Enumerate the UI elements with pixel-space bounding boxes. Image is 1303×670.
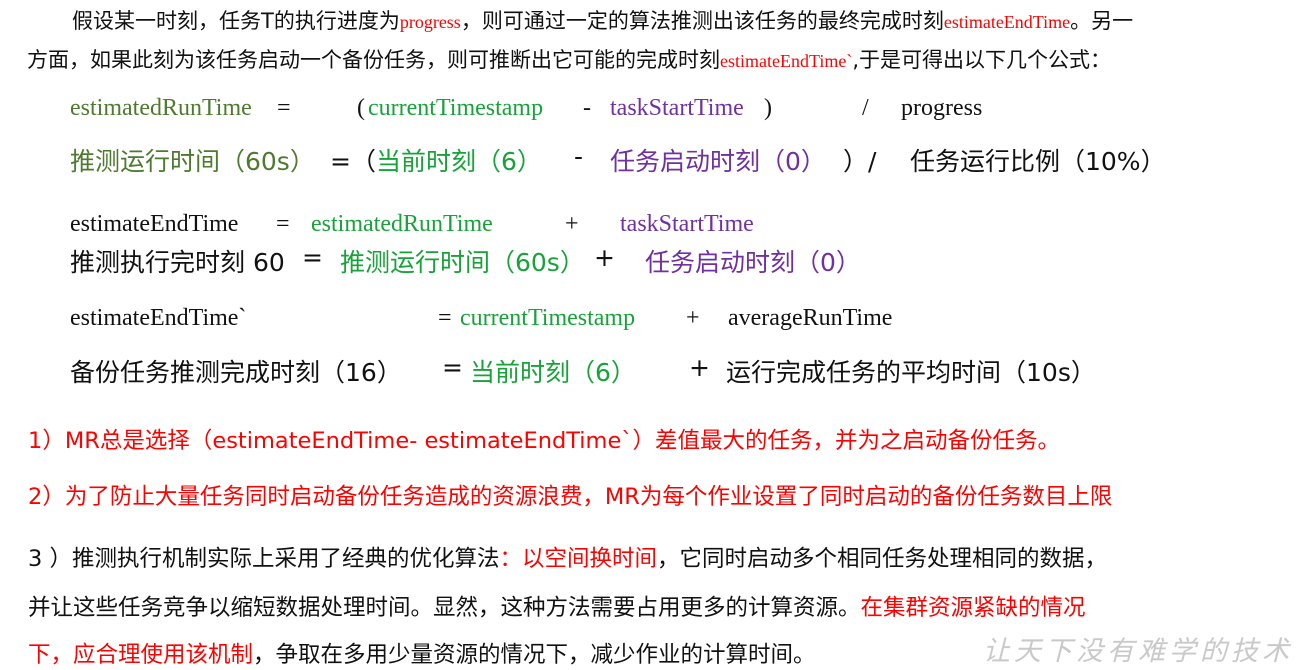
formula3-average-run-time: averageRunTime <box>728 305 893 331</box>
formula1-zh-progress-ratio: 任务运行比例（10%） <box>910 147 1166 176</box>
formula3-current-timestamp: currentTimestamp <box>460 305 636 331</box>
estimate-end-time-backup-term: estimateEndTime` <box>720 51 853 71</box>
formula2-estimate-end-time: estimateEndTime <box>70 211 239 237</box>
formula2-zh-equals: = <box>302 243 323 272</box>
formula3-plus: + <box>686 305 700 331</box>
formula1-zh-close: ）/ <box>843 147 877 176</box>
formula1-zh-equals: =（ <box>330 147 376 176</box>
point-3-text: ，它同时启动多个相同任务处理相同的数据， <box>656 546 1107 572</box>
point-3-highlight: 下，应合理使用该机制 <box>28 642 254 668</box>
formula1-estimated-run-time: estimatedRunTime <box>70 95 252 121</box>
formula3-zh-equals: = <box>442 353 463 382</box>
estimate-end-time-term: estimateEndTime <box>943 12 1071 32</box>
point-3-text: ，争取在多用少量资源的情况下，减少作业的计算时间。 <box>253 642 816 668</box>
formula1-task-start-time: taskStartTime <box>610 95 744 121</box>
intro-text: 方面，如果此刻为该任务启动一个备份任务，则可推断出它可能的完成时刻 <box>27 48 720 72</box>
formula1-zh-minus: - <box>574 142 584 171</box>
point-3-highlight: 在集群资源紧缺的情况 <box>860 595 1086 621</box>
formula3-equals: = <box>438 305 452 331</box>
intro-line-1: 假设某一时刻，任务T的执行进度为progress，则可通过一定的算法推测出该任务… <box>72 5 1133 35</box>
formula3-zh-plus: + <box>689 353 710 382</box>
formula1-slash: / <box>862 95 869 121</box>
formula2-zh-task-start: 任务启动时刻（0） <box>645 248 861 277</box>
formula3-zh-backup-end-time: 备份任务推测完成时刻（16） <box>70 358 402 387</box>
point-3-line-3: 下，应合理使用该机制，争取在多用少量资源的情况下，减少作业的计算时间。 <box>28 637 816 669</box>
formula1-minus: - <box>583 95 591 121</box>
formula2-plus: + <box>565 211 579 237</box>
point-2: 2）为了防止大量任务同时启动备份任务造成的资源浪费，MR为每个作业设置了同时启动… <box>28 484 1113 510</box>
intro-line-2: 方面，如果此刻为该任务启动一个备份任务，则可推断出它可能的完成时刻estimat… <box>27 44 1111 74</box>
formula1-open-paren: ( <box>357 95 365 121</box>
point-3-text: 并让这些任务竞争以缩短数据处理时间。显然，这种方法需要占用更多的计算资源。 <box>28 595 861 621</box>
formula1-zh-task-start: 任务启动时刻（0） <box>610 147 826 176</box>
formula1-zh-current-time: 当前时刻（6） <box>376 147 542 176</box>
intro-text: ，则可通过一定的算法推测出该任务的最终完成时刻 <box>460 9 944 33</box>
progress-term: progress <box>399 12 461 32</box>
formula3-estimate-end-time-backup: estimateEndTime` <box>70 305 247 331</box>
formula2-equals: = <box>276 211 290 237</box>
formula3-zh-average-time: 运行完成任务的平均时间（10s） <box>726 358 1096 387</box>
formula1-equals: = <box>277 95 291 121</box>
formula3-zh-current-time: 当前时刻（6） <box>470 358 636 387</box>
point-3-line-2: 并让这些任务竞争以缩短数据处理时间。显然，这种方法需要占用更多的计算资源。在集群… <box>28 590 1086 622</box>
formula2-estimated-run-time: estimatedRunTime <box>311 211 493 237</box>
intro-text: ,于是可得出以下几个公式： <box>852 48 1112 72</box>
intro-text: 。另一 <box>1070 9 1134 33</box>
point-1: 1）MR总是选择（estimateEndTime- estimateEndTim… <box>28 428 1061 454</box>
formula2-zh-run-time: 推测运行时间（60s） <box>340 248 585 277</box>
formula2-zh-end-time: 推测执行完时刻 60 <box>70 248 285 277</box>
intro-text: 假设某一时刻，任务T的执行进度为 <box>72 9 400 33</box>
point-3-highlight: ：以空间换时间 <box>499 546 657 572</box>
formula2-zh-plus: + <box>594 243 615 272</box>
watermark: 让天下没有难学的技术 <box>983 636 1293 667</box>
formula2-task-start-time: taskStartTime <box>620 211 754 237</box>
formula1-current-timestamp: currentTimestamp <box>368 95 544 121</box>
formula1-progress: progress <box>901 95 983 121</box>
point-3-text: 3 ）推测执行机制实际上采用了经典的优化算法 <box>28 546 500 572</box>
formula1-close-paren: ) <box>764 95 772 121</box>
formula1-zh-run-time: 推测运行时间（60s） <box>70 147 315 176</box>
point-3-line-1: 3 ）推测执行机制实际上采用了经典的优化算法：以空间换时间，它同时启动多个相同任… <box>28 541 1107 573</box>
